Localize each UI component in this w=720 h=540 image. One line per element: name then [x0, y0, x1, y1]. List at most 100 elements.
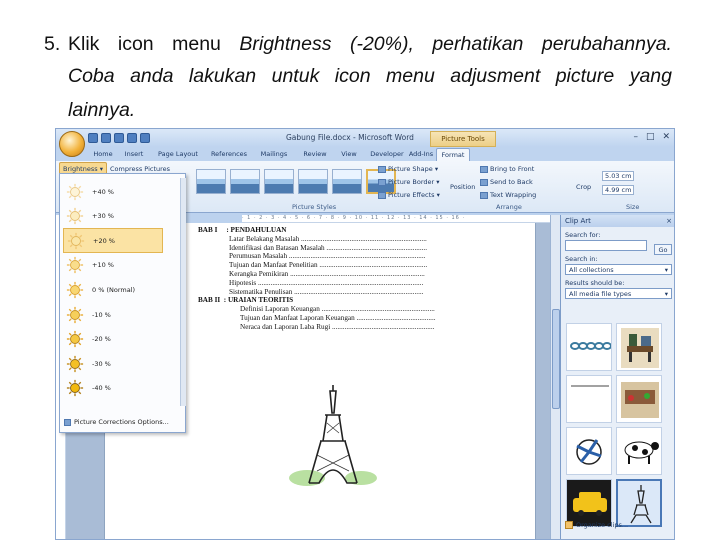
- picture-corrections-options-link[interactable]: Picture Corrections Options...: [64, 418, 169, 426]
- scrollbar-thumb[interactable]: [552, 309, 560, 409]
- picture-border-button[interactable]: Picture Border ▾: [378, 178, 440, 186]
- sun-icon: [66, 380, 84, 397]
- fan-clipart[interactable]: [566, 427, 612, 475]
- toc-entry: Tujuan dan Manfaat Laporan Keuangan ....…: [240, 313, 436, 322]
- search-in-select[interactable]: All collections ▾: [565, 264, 672, 275]
- tab-page-layout[interactable]: Page Layout: [156, 148, 200, 161]
- brightness-option[interactable]: +20 %: [63, 228, 163, 254]
- tab-insert[interactable]: Insert: [122, 148, 146, 161]
- sun-icon: [67, 232, 85, 249]
- crop-button[interactable]: Crop: [576, 183, 591, 191]
- picture-tools-context-tab: Picture Tools: [430, 131, 496, 147]
- vertical-scrollbar[interactable]: [550, 215, 560, 539]
- toc-entry: Hipotesis ..............................…: [229, 278, 424, 287]
- instruction-line-3: lainnya.: [68, 99, 136, 121]
- bench-clipart[interactable]: [616, 323, 662, 371]
- eiffel-tower-image[interactable]: [287, 383, 379, 495]
- send-to-back-button[interactable]: Send to Back: [480, 178, 533, 186]
- window-controls: – □ ✕: [633, 132, 670, 142]
- picture-style-3[interactable]: [264, 169, 294, 194]
- eiffel-tower-clipart[interactable]: [616, 479, 662, 527]
- tab-developer[interactable]: Developer: [368, 148, 406, 161]
- border-icon: [378, 178, 386, 186]
- organize-clips-icon: [565, 521, 573, 529]
- search-input[interactable]: [565, 240, 647, 251]
- brightness-option-label: -10 %: [92, 310, 111, 319]
- toc-entry: Neraca dan Laporan Laba Rugi ...........…: [240, 322, 435, 331]
- close-pane-icon[interactable]: ×: [666, 215, 672, 227]
- undo-icon[interactable]: [101, 133, 111, 143]
- brightness-option[interactable]: 0 % (Normal): [63, 277, 163, 302]
- toc-entry: Tujuan dan Manfaat Penelitian ..........…: [229, 261, 428, 270]
- height-field[interactable]: 5.03 cm: [602, 171, 635, 181]
- ribbon-tabs: Home Insert Page Layout References Maili…: [56, 147, 674, 161]
- toc-heading: BAB I : PENDAHULUAN: [198, 226, 287, 234]
- brightness-option[interactable]: -10 %: [63, 302, 163, 327]
- go-button[interactable]: Go: [654, 244, 672, 255]
- text-wrapping-button[interactable]: Text Wrapping: [480, 191, 536, 199]
- print-icon[interactable]: [127, 133, 137, 143]
- brightness-option[interactable]: +30 %: [63, 204, 163, 229]
- position-button[interactable]: Position: [450, 183, 475, 191]
- brightness-option[interactable]: -20 %: [63, 327, 163, 352]
- instruction-line-2: Coba anda lakukan untuk icon menu adjusm…: [68, 65, 672, 87]
- save-icon[interactable]: [88, 133, 98, 143]
- organize-clips-link[interactable]: Organize clips...: [565, 521, 628, 529]
- brightness-option-label: -40 %: [92, 384, 111, 393]
- picture-styles-group-label: Picture Styles: [292, 203, 337, 211]
- office-button[interactable]: [59, 131, 85, 157]
- empty-clipart[interactable]: [566, 375, 612, 423]
- tab-mailings[interactable]: Mailings: [256, 148, 292, 161]
- brightness-option[interactable]: -30 %: [63, 351, 163, 376]
- tab-references[interactable]: References: [208, 148, 250, 161]
- minimize-button[interactable]: –: [633, 132, 638, 142]
- picture-style-5[interactable]: [332, 169, 362, 194]
- tab-view[interactable]: View: [336, 148, 362, 161]
- results-select[interactable]: All media file types ▾: [565, 288, 672, 299]
- brightness-option-label: +40 %: [92, 187, 114, 196]
- tab-home[interactable]: Home: [90, 148, 116, 161]
- cow-clipart[interactable]: [616, 427, 662, 475]
- brightness-menu: +40 % +30 % +20 % +10 % 0 % (Normal) -10 % -20…: [59, 173, 186, 433]
- brightness-option-label: -30 %: [92, 359, 111, 368]
- brightness-option-label: +30 %: [92, 212, 114, 221]
- tab-add-ins[interactable]: Add-Ins: [408, 148, 434, 161]
- window-title: Gabung File.docx - Microsoft Word: [286, 133, 414, 142]
- brightness-option-label: -20 %: [92, 335, 111, 344]
- toc-entry: Latar Belakang Masalah .................…: [229, 234, 427, 243]
- tab-review[interactable]: Review: [300, 148, 330, 161]
- toc-entry: Sistematika Penulisan ..................…: [229, 287, 424, 296]
- quick-access-toolbar: [88, 133, 150, 143]
- toc-entry: Perumusan Masalah ......................…: [229, 252, 426, 261]
- picture-shape-button[interactable]: Picture Shape ▾: [378, 165, 438, 173]
- picture-style-2[interactable]: [230, 169, 260, 194]
- picture-effects-button[interactable]: Picture Effects ▾: [378, 191, 440, 199]
- taxi-clipart[interactable]: [566, 479, 612, 527]
- step-number: 5.: [44, 33, 61, 55]
- chevron-down-icon: ▾: [664, 289, 668, 298]
- instruction-line-1: Klik icon menu Brightness (-20%), perhat…: [68, 33, 672, 55]
- gallery-scrollbar[interactable]: [180, 178, 186, 406]
- chevron-down-icon: ▾: [664, 265, 668, 274]
- picnic-clipart[interactable]: [616, 375, 662, 423]
- clip-art-title: Clip Art ×: [561, 215, 674, 227]
- wrap-icon: [480, 191, 488, 199]
- picture-style-1[interactable]: [196, 169, 226, 194]
- brightness-option[interactable]: +10 %: [63, 253, 163, 278]
- brightness-option[interactable]: -40 %: [63, 376, 163, 401]
- sun-icon: [66, 330, 84, 348]
- redo-icon[interactable]: [114, 133, 124, 143]
- maximize-button[interactable]: □: [646, 132, 655, 142]
- tab-format[interactable]: Format: [436, 148, 470, 161]
- picture-style-4[interactable]: [298, 169, 328, 194]
- sun-icon: [66, 355, 84, 372]
- toc-heading: BAB II : URAIAN TEORITIS: [198, 296, 294, 305]
- brightness-option[interactable]: +40 %: [63, 179, 163, 204]
- close-button[interactable]: ✕: [662, 132, 670, 142]
- spelling-icon[interactable]: [140, 133, 150, 143]
- bring-to-front-button[interactable]: Bring to Front: [480, 165, 534, 173]
- chain-clipart[interactable]: [566, 323, 612, 371]
- width-field[interactable]: 4.99 cm: [602, 185, 635, 195]
- toc-entry: Definisi Laporan Keuangan ..............…: [240, 305, 435, 314]
- brightness-option-label: +20 %: [93, 236, 115, 245]
